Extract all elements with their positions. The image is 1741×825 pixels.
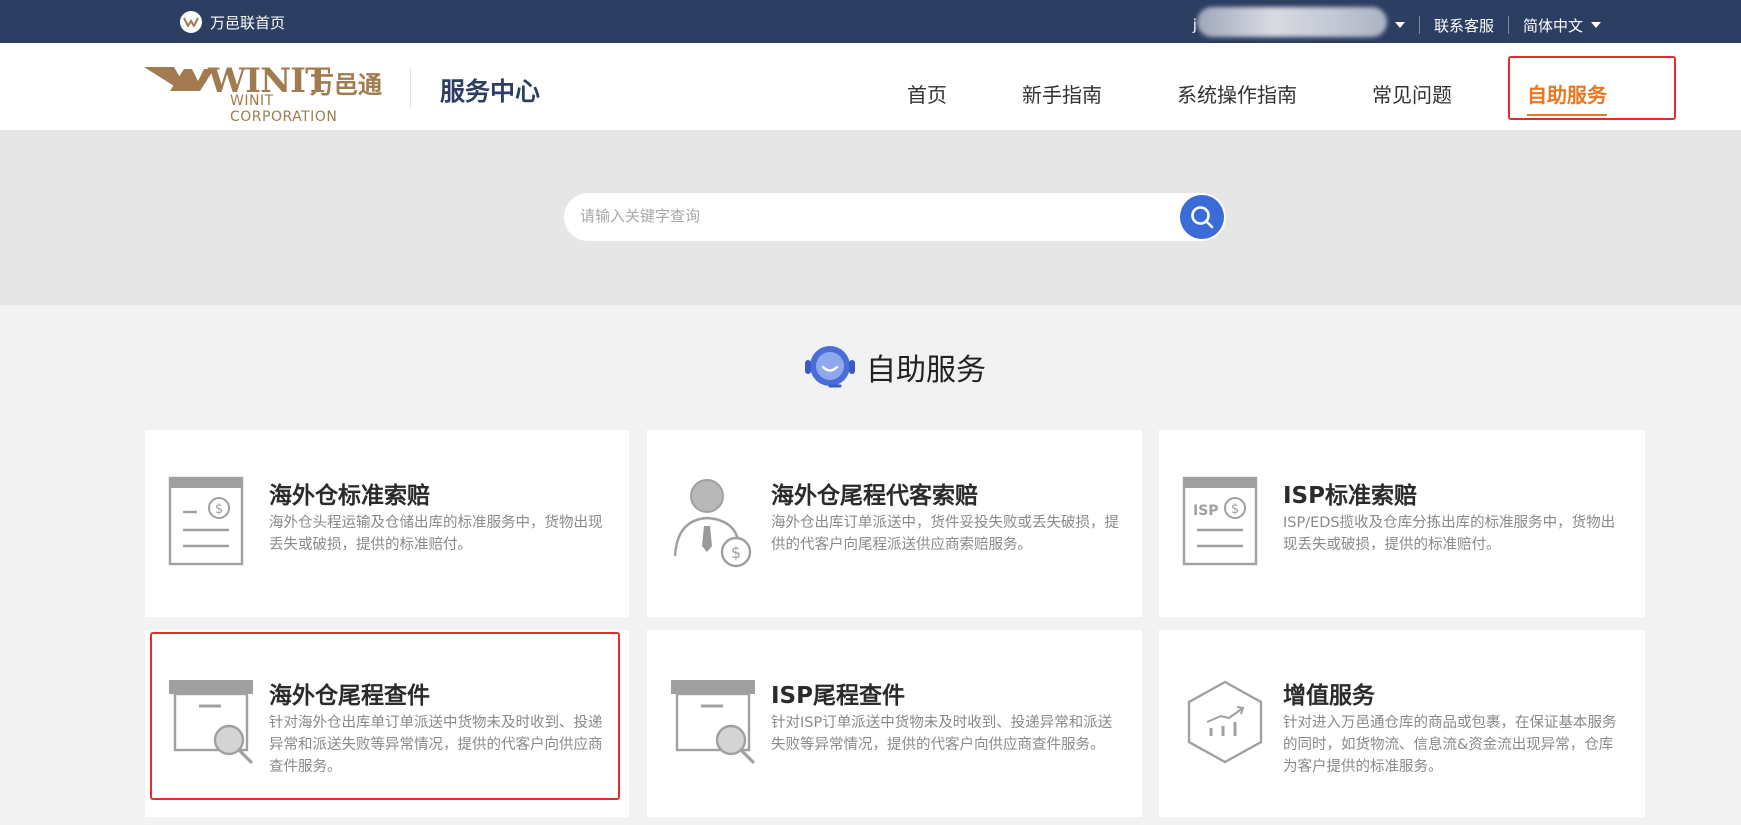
nav-beginner-guide[interactable]: 新手指南: [1022, 79, 1102, 108]
svg-text:ISP: ISP: [1193, 503, 1219, 519]
person-dollar-icon: $: [673, 479, 752, 568]
highlight-box: [150, 632, 620, 800]
home-link[interactable]: 万邑联首页: [180, 11, 285, 33]
search-icon: [1191, 206, 1214, 229]
card-isp-lastmile-tracking[interactable]: ISP尾程查件 针对ISP订单派送中货物未及时收到、投递异常和派送失败等异常情况…: [647, 630, 1142, 817]
card-title: 增值服务: [1283, 683, 1375, 709]
highlight-box: [1508, 56, 1676, 120]
card-description: 针对进入万邑通仓库的商品或包裹，在保证基本服务的同时，如货物流、信息流&资金流出…: [1283, 715, 1617, 775]
nav-system-guide[interactable]: 系统操作指南: [1177, 79, 1297, 108]
card-title: 海外仓尾程代客索赔: [771, 483, 978, 509]
nav-home[interactable]: 首页: [907, 79, 947, 108]
card-description: 海外仓头程运输及仓储出库的标准服务中，货物出现丢失或破损，提供的标准赔付。: [269, 515, 603, 553]
document-dollar-icon: $: [168, 476, 244, 566]
top-bar: 万邑联首页 j 联系客服 简体中文: [0, 0, 1741, 43]
svg-text:$: $: [1231, 502, 1239, 517]
search-input[interactable]: [580, 207, 1160, 225]
card-overseas-standard-claim[interactable]: $ 海外仓标准索赔 海外仓头程运输及仓储出库的标准服务中，货物出现丢失或破损，提…: [145, 430, 629, 617]
user-menu[interactable]: j: [1193, 7, 1405, 37]
search-bar: [564, 193, 1226, 241]
contact-support-link[interactable]: 联系客服: [1434, 15, 1494, 36]
card-description: 针对ISP订单派送中货物未及时收到、投递异常和派送失败等异常情况，提供的代客户向…: [771, 715, 1113, 753]
card-description: ISP/EDS揽收及仓库分拣出库的标准服务中，货物出现丢失或破损，提供的标准赔付…: [1283, 515, 1616, 553]
search-button[interactable]: [1180, 195, 1224, 239]
box-search-icon: [671, 680, 755, 764]
divider: [1418, 16, 1420, 34]
card-overseas-lastmile-claim[interactable]: $ 海外仓尾程代客索赔 海外仓出库订单派送中，货件妥投失败或丢失破损，提供的代客…: [647, 430, 1142, 617]
card-title: 海外仓标准索赔: [269, 483, 430, 509]
card-value-added-service[interactable]: 增值服务 针对进入万邑通仓库的商品或包裹，在保证基本服务的同时，如货物流、信息流…: [1159, 630, 1645, 817]
svg-text:$: $: [731, 543, 741, 562]
winit-logo-icon: [180, 11, 202, 33]
chevron-down-icon: [1591, 22, 1601, 28]
card-isp-standard-claim[interactable]: ISP $ ISP标准索赔 ISP/EDS揽收及仓库分拣出库的标准服务中，货物出…: [1159, 430, 1645, 617]
section-heading: 自助服务: [804, 344, 986, 390]
svg-text:$: $: [215, 502, 223, 517]
nav-faq[interactable]: 常见问题: [1372, 79, 1452, 108]
user-name-redacted: [1196, 7, 1387, 37]
language-label: 简体中文: [1522, 16, 1583, 35]
main-nav: 首页 新手指南 系统操作指南 常见问题 自助服务: [0, 43, 1741, 130]
section-title: 自助服务: [866, 353, 986, 388]
divider: [1507, 16, 1509, 34]
isp-document-icon: ISP $: [1182, 476, 1258, 566]
search-banner: [0, 130, 1741, 305]
card-description: 海外仓出库订单派送中，货件妥投失败或丢失破损，提供的代客户向尾程派送供应商索赔服…: [771, 515, 1119, 553]
card-title: ISP标准索赔: [1283, 483, 1417, 509]
chevron-down-icon: [1394, 22, 1405, 28]
customer-service-icon: [805, 346, 855, 388]
language-select[interactable]: 简体中文: [1523, 15, 1601, 36]
main-header: WINIT 万邑通 WINIT CORPORATION 服务中心 首页 新手指南…: [0, 43, 1741, 130]
hexagon-chart-icon: [1187, 680, 1263, 764]
card-title: ISP尾程查件: [771, 683, 905, 709]
home-link-label: 万邑联首页: [210, 13, 286, 32]
